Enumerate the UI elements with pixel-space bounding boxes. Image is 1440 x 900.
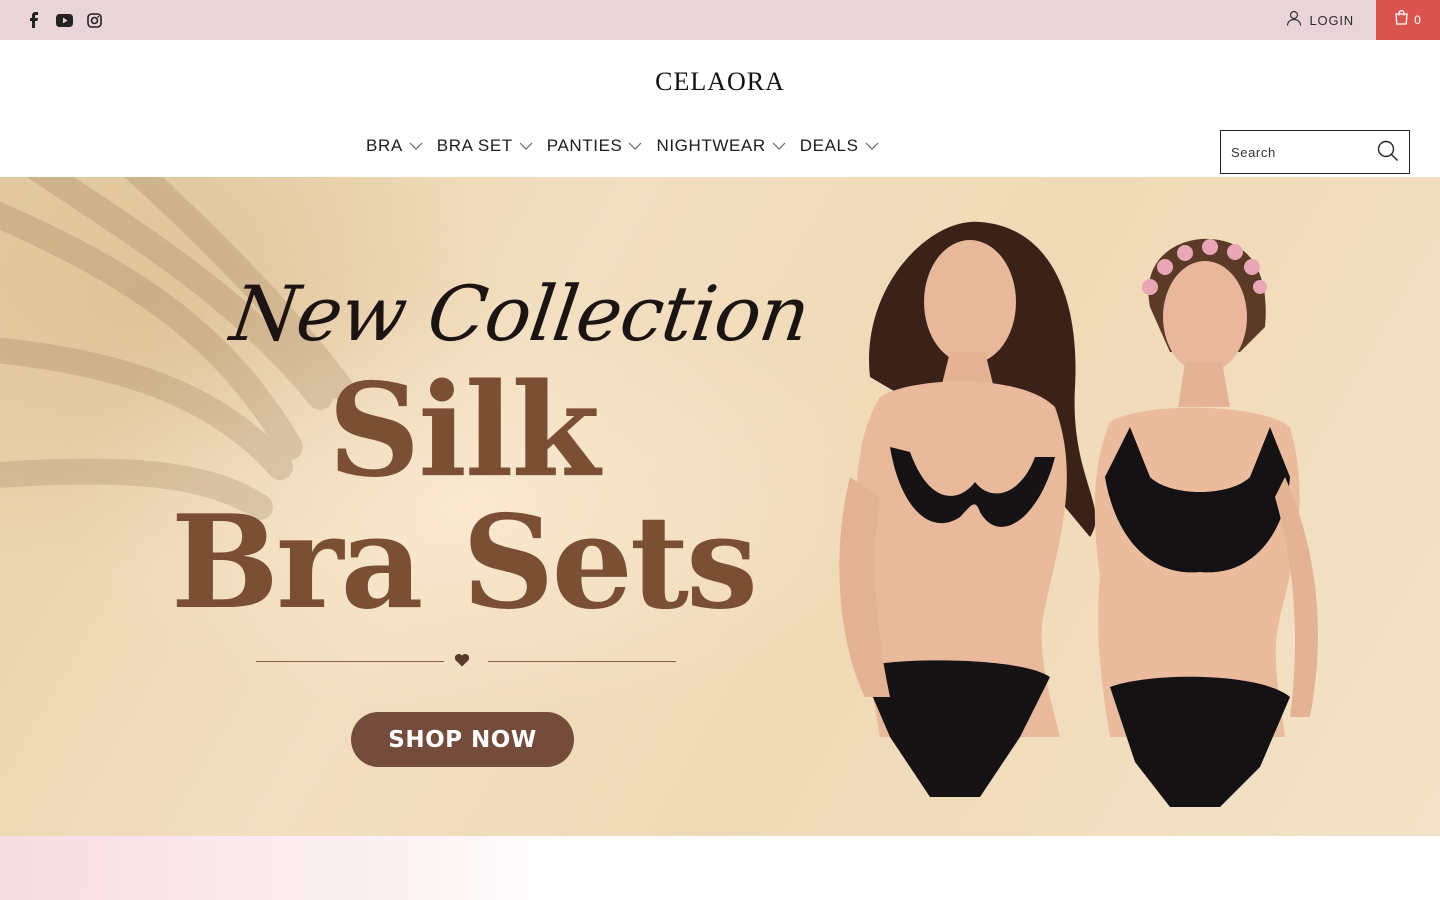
facebook-icon[interactable]: [24, 10, 44, 30]
chevron-down-icon: [409, 137, 423, 155]
login-link[interactable]: LOGIN: [1286, 0, 1354, 40]
chevron-down-icon: [628, 137, 642, 155]
hero-headline-line1: Silk: [327, 356, 600, 506]
cart-button[interactable]: 0: [1376, 0, 1440, 40]
instagram-icon[interactable]: [84, 10, 104, 30]
hero-script-title: New Collection: [225, 269, 815, 358]
login-label: LOGIN: [1309, 12, 1354, 28]
chevron-down-icon: [865, 137, 879, 155]
shopping-bag-icon: [1395, 10, 1408, 30]
nav-item-bra-set[interactable]: BRA SET: [437, 136, 533, 156]
nav-label: PANTIES: [546, 136, 623, 155]
nav-label: NIGHTWEAR: [656, 136, 766, 155]
cart-count: 0: [1414, 13, 1421, 27]
hero-banner[interactable]: New Collection Silk Bra Sets SHOP NOW: [0, 177, 1440, 836]
nav-label: DEALS: [799, 136, 859, 155]
nav-item-nightwear[interactable]: NIGHTWEAR: [656, 136, 786, 156]
user-icon: [1286, 10, 1302, 31]
search-box: [1220, 130, 1410, 174]
search-input[interactable]: [1221, 132, 1371, 172]
nav-item-panties[interactable]: PANTIES: [547, 136, 643, 156]
next-section-preview: [0, 836, 1440, 900]
heart-divider: [256, 651, 676, 671]
nav-item-deals[interactable]: DEALS: [800, 136, 879, 156]
site-header: CELAORA BRA BRA SET PANTIES NIGHTWEAR DE…: [0, 40, 1440, 177]
site-logo[interactable]: CELAORA: [0, 67, 1440, 97]
nav-label: BRA SET: [436, 136, 513, 155]
search-icon[interactable]: [1377, 140, 1399, 167]
announcement-bar: LOGIN 0: [0, 0, 1440, 40]
main-nav: BRA BRA SET PANTIES NIGHTWEAR DEALS: [366, 136, 879, 156]
nav-item-bra[interactable]: BRA: [366, 136, 423, 156]
models-product-image: [839, 221, 1318, 807]
hero-headline-line2: Bra Sets: [170, 488, 758, 638]
social-links: [24, 10, 104, 30]
chevron-down-icon: [772, 137, 786, 155]
heart-icon: [454, 653, 470, 667]
shop-now-button[interactable]: SHOP NOW: [351, 712, 574, 767]
nav-label: BRA: [366, 136, 403, 155]
chevron-down-icon: [519, 137, 533, 155]
youtube-icon[interactable]: [54, 10, 74, 30]
